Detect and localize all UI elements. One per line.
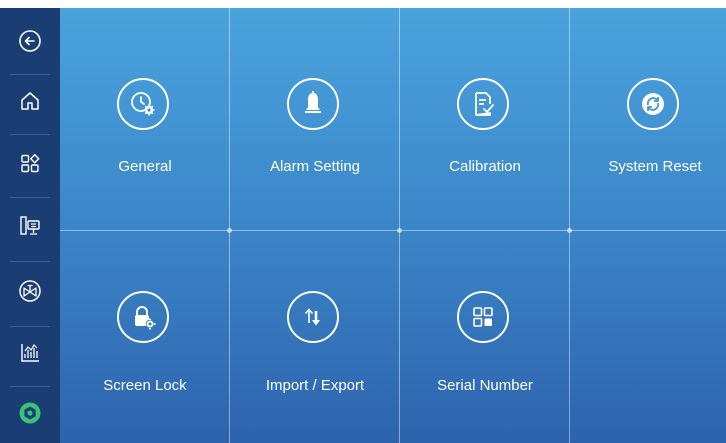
screen-lock-icon-circle [117, 291, 169, 343]
lock-gear-icon [135, 306, 156, 330]
alarm-setting-label: Alarm Setting [269, 158, 361, 175]
monitor-device-icon [20, 216, 40, 235]
sidebar [0, 8, 60, 443]
grid-apps-icon [21, 153, 40, 173]
refresh-icon [642, 93, 664, 115]
screen-lock-label: Screen Lock [103, 377, 187, 394]
serial-number-label: Serial Number [437, 377, 533, 394]
serial-number-icon-circle [457, 291, 509, 343]
valve-icon [19, 280, 41, 302]
import-export-icon [304, 308, 320, 326]
import-export-label: Import / Export [265, 377, 365, 394]
alarm-setting-icon-circle [287, 78, 339, 130]
document-check-icon [475, 92, 494, 116]
sidebar-divider [10, 261, 50, 262]
calibration-tile[interactable]: Calibration [400, 8, 570, 230]
gear-settings-icon [19, 402, 41, 424]
serial-number-tile[interactable]: Serial Number [400, 231, 570, 443]
calibration-label: Calibration [449, 158, 521, 175]
system-reset-label: System Reset [608, 158, 702, 175]
sidebar-divider [10, 74, 50, 75]
sidebar-item-device[interactable] [6, 201, 54, 251]
system-reset-icon-circle [627, 78, 679, 130]
back-button[interactable] [6, 16, 54, 66]
clock-gear-icon [131, 92, 155, 116]
qr-grid-icon [473, 307, 493, 327]
settings-panel: General Alarm Setting Calibration System… [60, 8, 726, 443]
sidebar-divider [10, 197, 50, 198]
sidebar-item-valve[interactable] [6, 266, 54, 316]
sidebar-divider [10, 134, 50, 135]
bell-icon [305, 91, 321, 113]
system-reset-tile[interactable]: System Reset [570, 8, 726, 230]
sidebar-item-home[interactable] [6, 76, 54, 126]
home-icon [21, 92, 39, 110]
calibration-icon-circle [457, 78, 509, 130]
back-arrow-icon [19, 30, 41, 52]
sidebar-item-settings[interactable] [6, 388, 54, 438]
general-label: General [118, 158, 172, 175]
sidebar-divider [10, 326, 50, 327]
general-tile[interactable]: General [60, 8, 230, 230]
import-export-icon-circle [287, 291, 339, 343]
sidebar-divider [10, 386, 50, 387]
screen-lock-tile[interactable]: Screen Lock [60, 231, 230, 443]
chart-icon [21, 344, 39, 362]
import-export-tile[interactable]: Import / Export [230, 231, 400, 443]
alarm-setting-tile[interactable]: Alarm Setting [230, 8, 400, 230]
general-icon-circle [117, 78, 169, 130]
sidebar-item-apps[interactable] [6, 139, 54, 189]
sidebar-item-chart[interactable] [6, 328, 54, 378]
